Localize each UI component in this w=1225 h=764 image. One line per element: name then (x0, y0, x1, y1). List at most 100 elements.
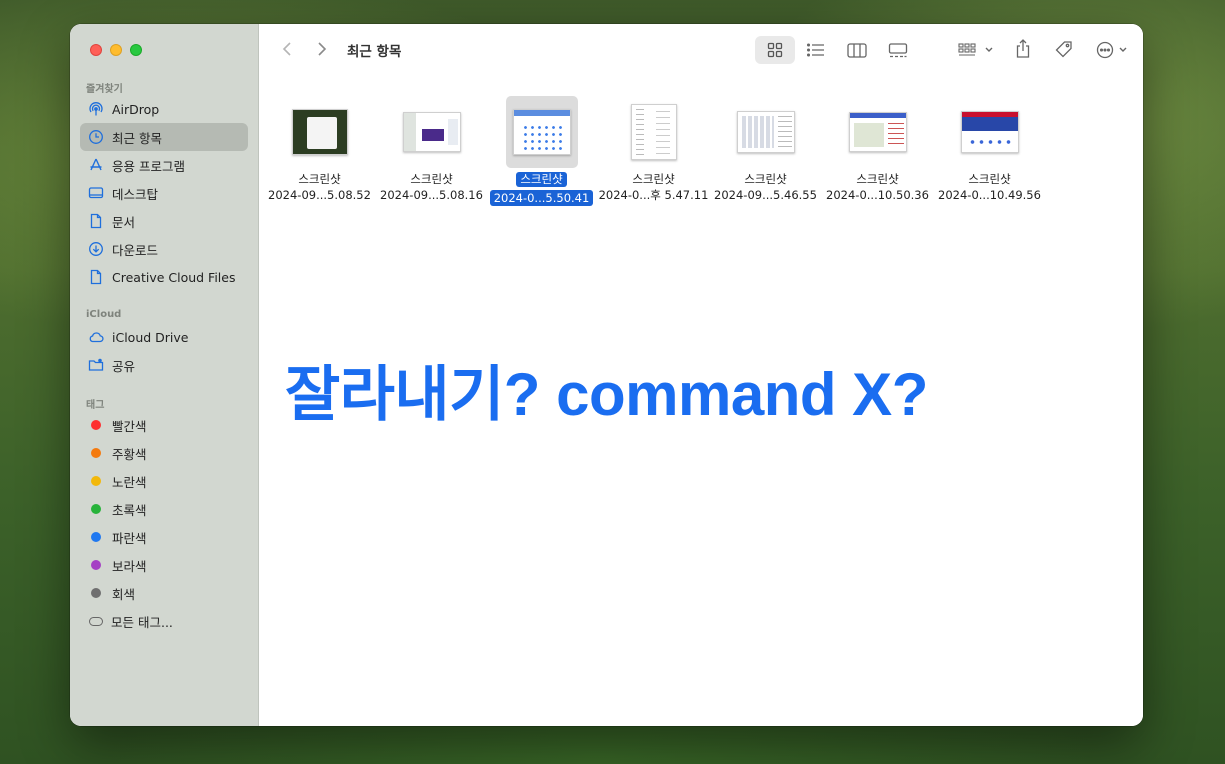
icloud-section-label: iCloud (86, 309, 122, 320)
file-icon (88, 269, 104, 285)
file-thumbnail[interactable] (618, 96, 690, 168)
file-name: 스크린샷 (410, 172, 453, 186)
sidebar-item-label: 파란색 (112, 530, 147, 546)
screenshot-thumbnail-icon (512, 109, 571, 155)
screenshot-thumbnail-icon (630, 104, 677, 160)
zoom-button[interactable] (130, 44, 142, 56)
toolbar: 최근 항목 (259, 24, 1143, 76)
sidebar-item-label: 데스크탑 (112, 186, 159, 202)
download-icon (88, 241, 104, 257)
file-name: 스크린샷 (856, 172, 899, 186)
file-thumbnail[interactable] (396, 96, 468, 168)
column-view-icon[interactable] (842, 36, 872, 64)
clock-icon (88, 129, 104, 145)
forward-icon[interactable] (312, 38, 332, 60)
tag-color-dot (91, 448, 101, 458)
sidebar-tag-green[interactable]: 초록색 (80, 495, 248, 523)
sidebar-item-label: iCloud Drive (112, 329, 189, 345)
sidebar-item-label: AirDrop (112, 101, 160, 117)
minimize-button[interactable] (110, 44, 122, 56)
shared-folder-icon (88, 357, 104, 373)
sidebar-item-icloud-drive[interactable]: iCloud Drive (80, 323, 248, 351)
document-icon (88, 213, 104, 229)
tag-color-dot (91, 476, 101, 486)
sidebar-item-label: 노란색 (112, 474, 147, 490)
close-button[interactable] (90, 44, 102, 56)
file-date: 2024-09...5.46.55 (714, 188, 817, 202)
list-view-icon[interactable] (801, 36, 831, 64)
sidebar-item-recents[interactable]: 최근 항목 (80, 123, 248, 151)
file-name: 스크린샷 (744, 172, 787, 186)
share-icon[interactable] (1011, 34, 1035, 64)
file-item[interactable]: 스크린샷 2024-09...5.08.52 (263, 96, 376, 203)
sidebar-item-label: 응용 프로그램 (112, 158, 185, 174)
tag-color-dot (91, 532, 101, 542)
file-browser-area: 스크린샷 2024-09...5.08.52 스크린샷 2024-09...5.… (259, 76, 1143, 726)
sidebar: 즐겨찾기 AirDrop 최근 항목 응용 프로그램 데스크탑 문서 다운로드 … (70, 24, 259, 726)
sidebar-item-label: Creative Cloud Files (112, 269, 236, 285)
sidebar-item-label: 보라색 (112, 558, 147, 574)
file-item[interactable]: 스크린샷 2024-09...5.08.16 (375, 96, 488, 203)
desktop-icon (88, 185, 104, 201)
applications-icon (88, 157, 104, 173)
sidebar-item-applications[interactable]: 응용 프로그램 (80, 151, 248, 179)
group-icon[interactable] (955, 36, 997, 64)
file-thumbnail[interactable] (842, 96, 914, 168)
finder-window: 즐겨찾기 AirDrop 최근 항목 응용 프로그램 데스크탑 문서 다운로드 … (70, 24, 1143, 726)
sidebar-tag-gray[interactable]: 회색 (80, 579, 248, 607)
sidebar-item-label: 주황색 (112, 446, 147, 462)
file-name: 스크린샷 (968, 172, 1011, 186)
file-name: 스크린샷 (632, 172, 675, 186)
sidebar-item-downloads[interactable]: 다운로드 (80, 235, 248, 263)
screenshot-thumbnail-icon (848, 112, 907, 152)
sidebar-tag-blue[interactable]: 파란색 (80, 523, 248, 551)
tags-section-label: 태그 (86, 400, 105, 411)
sidebar-tag-red[interactable]: 빨간색 (80, 411, 248, 439)
sidebar-item-label: 최근 항목 (112, 130, 162, 146)
sidebar-item-documents[interactable]: 문서 (80, 207, 248, 235)
icon-view-icon[interactable] (755, 36, 795, 64)
sidebar-item-label: 회색 (112, 586, 136, 602)
sidebar-tag-orange[interactable]: 주황색 (80, 439, 248, 467)
sidebar-item-label: 초록색 (112, 502, 147, 518)
file-date: 2024-09...5.08.16 (380, 188, 483, 202)
airdrop-icon (88, 101, 104, 117)
sidebar-all-tags[interactable]: 모든 태그... (80, 607, 248, 635)
window-controls (90, 44, 142, 56)
sidebar-item-label: 모든 태그... (111, 614, 173, 630)
more-icon[interactable] (1093, 36, 1133, 64)
favorites-section-label: 즐겨찾기 (86, 84, 123, 95)
sidebar-tag-yellow[interactable]: 노란색 (80, 467, 248, 495)
file-date: 2024-0...10.49.56 (938, 188, 1041, 202)
sidebar-item-shared[interactable]: 공유 (80, 351, 248, 379)
file-item-selected[interactable]: 스크린샷 2024-0...5.50.41 (485, 96, 598, 206)
file-date: 2024-0...5.50.41 (489, 190, 594, 206)
file-thumbnail[interactable] (954, 96, 1026, 168)
file-thumbnail[interactable] (730, 96, 802, 168)
file-date: 2024-0...10.50.36 (826, 188, 929, 202)
screenshot-thumbnail-icon (402, 112, 461, 152)
file-item[interactable]: 스크린샷 2024-0...10.49.56 (933, 96, 1046, 203)
file-thumbnail[interactable] (505, 96, 578, 168)
back-icon[interactable] (277, 38, 297, 60)
tag-color-dot (91, 504, 101, 514)
overlay-caption: 잘라내기? command X? (285, 361, 928, 428)
file-item[interactable]: 스크린샷 2024-09...5.46.55 (709, 96, 822, 203)
gallery-view-icon[interactable] (883, 36, 913, 64)
sidebar-item-airdrop[interactable]: AirDrop (80, 95, 248, 123)
file-item[interactable]: 스크린샷 2024-0...후 5.47.11 (597, 96, 710, 203)
screenshot-thumbnail-icon (736, 111, 795, 153)
sidebar-tag-purple[interactable]: 보라색 (80, 551, 248, 579)
sidebar-item-label: 공유 (112, 358, 136, 374)
tag-icon[interactable] (1051, 36, 1077, 64)
sidebar-item-label: 빨간색 (112, 418, 147, 434)
all-tags-icon (89, 616, 103, 626)
sidebar-item-desktop[interactable]: 데스크탑 (80, 179, 248, 207)
screenshot-thumbnail-icon (291, 109, 348, 155)
file-item[interactable]: 스크린샷 2024-0...10.50.36 (821, 96, 934, 203)
sidebar-item-creative-cloud-files[interactable]: Creative Cloud Files (80, 263, 248, 291)
file-date: 2024-09...5.08.52 (268, 188, 371, 202)
sidebar-item-label: 문서 (112, 214, 136, 230)
tag-color-dot (91, 560, 101, 570)
file-thumbnail[interactable] (284, 96, 356, 168)
